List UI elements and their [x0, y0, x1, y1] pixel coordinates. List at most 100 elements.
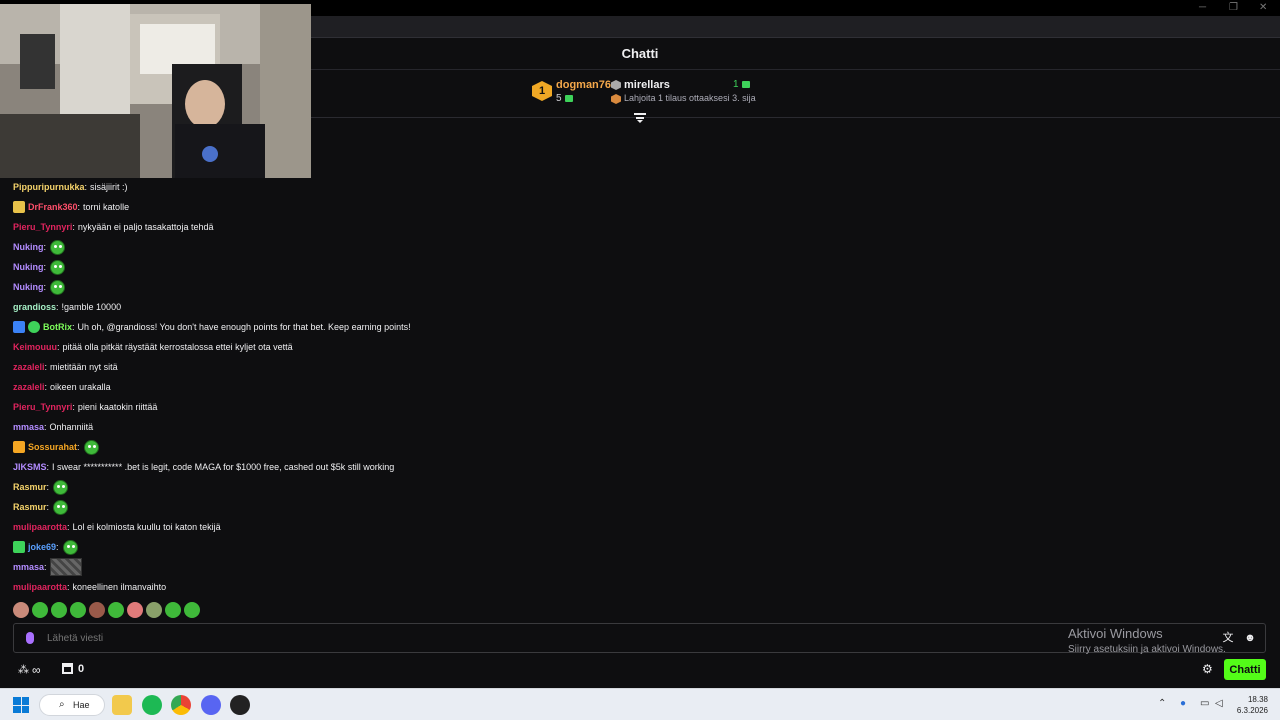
- pepe-emote-icon[interactable]: [62, 539, 78, 555]
- chat-username[interactable]: mmasa: [13, 560, 44, 574]
- username-separator: :: [56, 302, 59, 312]
- emote-shortcut-icon[interactable]: [70, 602, 86, 618]
- emote-shortcut-icon[interactable]: [127, 602, 143, 618]
- pepe-emote-icon[interactable]: [53, 479, 69, 495]
- chat-username[interactable]: Nuking: [13, 240, 44, 254]
- chat-username[interactable]: joke69: [28, 540, 56, 554]
- taskbar-clock[interactable]: 18.38 6.3.2026: [1236, 694, 1268, 716]
- chat-message: mulipaarotta: Lol ei kolmiosta kuullu toi…: [13, 517, 1213, 537]
- chat-username[interactable]: zazaleli: [13, 380, 45, 394]
- volume-icon[interactable]: ◁: [1215, 698, 1223, 709]
- username-separator: :: [46, 462, 50, 472]
- chat-username[interactable]: BotRix: [43, 320, 72, 334]
- username-separator: :: [44, 382, 48, 392]
- chat-message: mmasa: Onhanniitä: [13, 417, 1213, 437]
- close-button[interactable]: ✕: [1259, 2, 1267, 13]
- chat-message: mmasa:: [13, 557, 1213, 577]
- chat-message-input[interactable]: [47, 629, 1047, 647]
- chat-username[interactable]: grandioss: [13, 300, 56, 314]
- chat-messages: Pippuripurnukka: sisäjiirit :) DrFrank360:…: [13, 177, 1213, 597]
- chat-username[interactable]: mulipaarotta: [13, 580, 67, 594]
- username-separator: :: [72, 322, 75, 332]
- leaderboard-second-name[interactable]: mirellars: [624, 79, 670, 91]
- leaderboard-second-count: 1: [733, 79, 750, 90]
- image-emote-icon[interactable]: [49, 558, 82, 576]
- pepe-emote-icon[interactable]: [50, 279, 66, 295]
- leaderboard-first-name[interactable]: dogman76: [556, 79, 611, 91]
- chat-username[interactable]: Sossurahat: [28, 440, 77, 454]
- chat-message-text: koneellinen ilmanvaihto: [72, 582, 167, 592]
- username-separator: :: [84, 182, 88, 192]
- spotify-icon[interactable]: [142, 695, 162, 715]
- microphone-icon[interactable]: [26, 632, 34, 644]
- webcam-image: [0, 4, 311, 178]
- filter-icon[interactable]: [634, 113, 646, 123]
- emote-shortcut-icon[interactable]: [108, 602, 124, 618]
- chat-username[interactable]: JIKSMS: [13, 460, 47, 474]
- chat-username[interactable]: mulipaarotta: [13, 520, 67, 534]
- chat-message: Pippuripurnukka: sisäjiirit :): [13, 177, 1213, 197]
- username-separator: :: [46, 502, 50, 512]
- emote-shortcut-icon[interactable]: [51, 602, 67, 618]
- points-icon[interactable]: ⁂: [18, 663, 29, 676]
- send-chat-button[interactable]: Chatti: [1224, 659, 1266, 680]
- chat-footer: ⁂ ∞ 0 ⚙ Chatti: [0, 658, 1280, 682]
- chat-message-text: pitää olla pitkät räystäät kerrostalossa…: [62, 342, 293, 352]
- chat-username[interactable]: Rasmur: [13, 500, 47, 514]
- leaderboard-hint: Lahjoita 1 tilaus ottaaksesi 3. sija: [624, 93, 756, 103]
- obs-icon[interactable]: [230, 695, 250, 715]
- chat-message: zazaleli: mietitään nyt sitä: [13, 357, 1213, 377]
- emoji-icon[interactable]: ☻: [1244, 632, 1256, 644]
- username-separator: :: [67, 522, 70, 532]
- chat-message-text: !gamble 10000: [61, 302, 122, 312]
- discord-icon[interactable]: [201, 695, 221, 715]
- chat-message: BotRix: Uh oh, @grandioss! You don't have…: [13, 317, 1213, 337]
- verified-badge-icon: [28, 321, 40, 333]
- chat-username[interactable]: Nuking: [13, 260, 44, 274]
- chat-message: Sossurahat:: [13, 437, 1213, 457]
- store-icon[interactable]: [62, 663, 73, 674]
- windows-start-icon[interactable]: [13, 697, 29, 713]
- chat-username[interactable]: Pippuripurnukka: [13, 180, 85, 194]
- minimize-button[interactable]: ─: [1199, 2, 1206, 13]
- rank-2-icon: [611, 80, 621, 90]
- chat-message-text: nykyään ei paljo tasakattoja tehdä: [77, 222, 214, 232]
- chat-username[interactable]: Rasmur: [13, 480, 47, 494]
- pepe-emote-icon[interactable]: [53, 499, 69, 515]
- emote-shortcut-icon[interactable]: [184, 602, 200, 618]
- chat-username[interactable]: Pieru_Tynnyri: [13, 400, 72, 414]
- emote-shortcut-icon[interactable]: [89, 602, 105, 618]
- user-badge-icon: [13, 441, 25, 453]
- emote-shortcut-icon[interactable]: [13, 602, 29, 618]
- chat-username[interactable]: Nuking: [13, 280, 44, 294]
- pepe-emote-icon[interactable]: [50, 239, 66, 255]
- chat-message: Nuking:: [13, 237, 1213, 257]
- username-separator: :: [43, 262, 47, 272]
- chat-username[interactable]: DrFrank360: [28, 200, 78, 214]
- chat-message: mulipaarotta: koneellinen ilmanvaihto: [13, 577, 1213, 597]
- username-separator: :: [67, 582, 70, 592]
- username-separator: :: [44, 362, 48, 372]
- emote-shortcut-icon[interactable]: [32, 602, 48, 618]
- taskbar-search[interactable]: ⌕ Hae: [39, 694, 105, 716]
- pepe-emote-icon[interactable]: [83, 439, 99, 455]
- chat-message-text: pieni kaatokin riittää: [77, 402, 158, 412]
- restore-button[interactable]: ❐: [1229, 2, 1238, 13]
- chat-username[interactable]: zazaleli: [13, 360, 45, 374]
- file-explorer-icon[interactable]: [112, 695, 132, 715]
- username-separator: :: [46, 482, 50, 492]
- chat-username[interactable]: Pieru_Tynnyri: [13, 220, 72, 234]
- tray-chevron-icon[interactable]: ⌃: [1158, 698, 1166, 709]
- gear-icon[interactable]: ⚙: [1202, 662, 1213, 676]
- chrome-icon[interactable]: [171, 695, 191, 715]
- rank-3-icon: [611, 94, 621, 104]
- pepe-emote-icon[interactable]: [50, 259, 66, 275]
- emote-shortcut-icon[interactable]: [146, 602, 162, 618]
- chat-username[interactable]: mmasa: [13, 420, 44, 434]
- chat-username[interactable]: Keimouuu: [13, 340, 57, 354]
- microphone-tray-icon[interactable]: ●: [1180, 698, 1186, 709]
- emote-shortcut-icon[interactable]: [165, 602, 181, 618]
- network-icon[interactable]: ▭: [1200, 698, 1209, 709]
- chat-message-text: Onhanniitä: [49, 422, 94, 432]
- chat-message: Rasmur:: [13, 477, 1213, 497]
